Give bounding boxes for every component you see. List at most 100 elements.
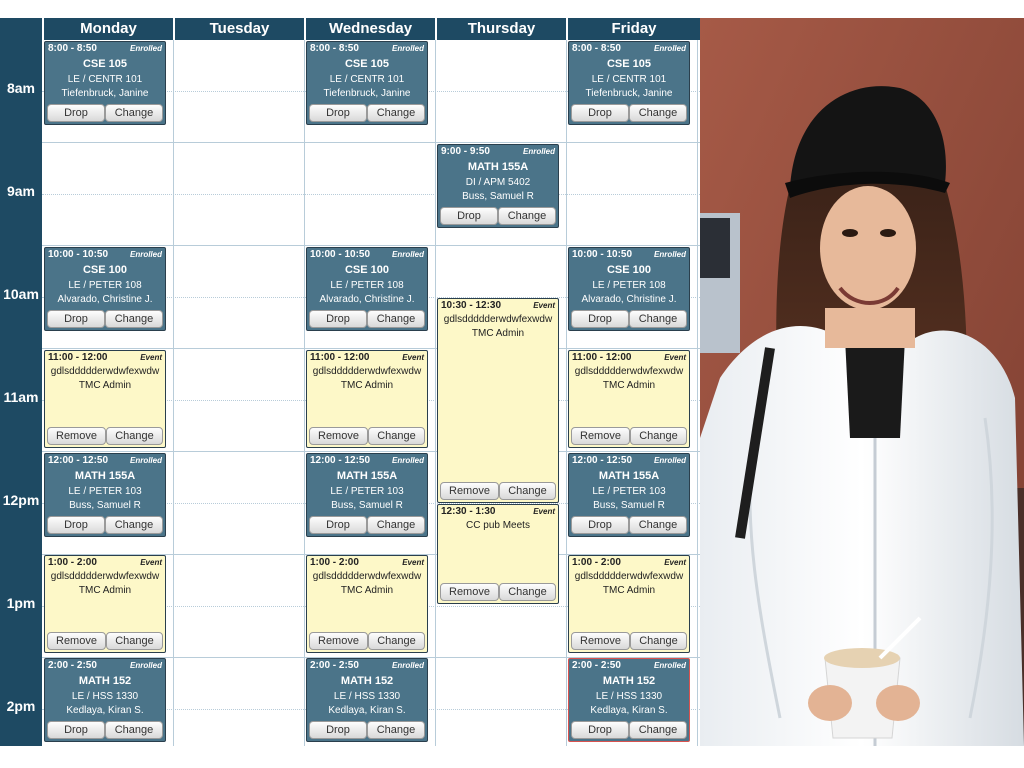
event-time: 1:00 - 2:00 Event xyxy=(569,556,689,570)
change-button[interactable]: Change xyxy=(367,721,425,739)
personal-event-block-thursday-1030[interactable]: 10:30 - 12:30 Event gdlsddddderwdwfexwdw … xyxy=(437,298,559,503)
drop-button[interactable]: Drop xyxy=(571,104,629,122)
event-badge: Event xyxy=(664,353,686,362)
enrolled-badge: Enrolled xyxy=(653,44,686,53)
drop-button[interactable]: Drop xyxy=(309,310,367,328)
course-block-cse105-wednesday[interactable]: 8:00 - 8:50 Enrolled CSE 105 LE / CENTR 1… xyxy=(306,41,428,125)
personal-event-block-friday-0100[interactable]: 1:00 - 2:00 Event gdlsddddderwdwfexwdw TM… xyxy=(568,555,690,653)
day-header-thursday: Thursday xyxy=(435,18,566,40)
course-block-math152-friday[interactable]: 2:00 - 2:50 Enrolled MATH 152 LE / HSS 13… xyxy=(568,658,690,742)
enrolled-badge: Enrolled xyxy=(391,250,424,259)
remove-button[interactable]: Remove xyxy=(571,427,630,445)
change-button[interactable]: Change xyxy=(629,310,687,328)
change-button[interactable]: Change xyxy=(367,310,425,328)
course-block-math155a-wednesday[interactable]: 12:00 - 12:50 Enrolled MATH 155A LE / PET… xyxy=(306,453,428,537)
personal-event-block-wednesday-1100[interactable]: 11:00 - 12:00 Event gdlsddddderwdwfexwdw … xyxy=(306,350,428,448)
event-time-text: 11:00 - 12:00 xyxy=(572,352,632,363)
personal-event-block-friday-1100[interactable]: 11:00 - 12:00 Event gdlsddddderwdwfexwdw … xyxy=(568,350,690,448)
profile-photo xyxy=(700,18,1024,746)
drop-button[interactable]: Drop xyxy=(47,310,105,328)
personal-event-block-monday-1100[interactable]: 11:00 - 12:00 Event gdlsddddderwdwfexwdw … xyxy=(44,350,166,448)
event-organizer: TMC Admin xyxy=(78,585,132,596)
course-instructor: Kedlaya, Kiran S. xyxy=(590,705,668,716)
change-button[interactable]: Change xyxy=(367,516,425,534)
course-instructor: Tiefenbruck, Janine xyxy=(323,88,411,99)
event-time-text: 2:00 - 2:50 xyxy=(310,660,359,671)
change-button[interactable]: Change xyxy=(105,104,163,122)
course-block-cse105-friday[interactable]: 8:00 - 8:50 Enrolled CSE 105 LE / CENTR 1… xyxy=(568,41,690,125)
remove-button[interactable]: Remove xyxy=(571,632,630,650)
time-label-9am: 9am xyxy=(6,183,36,199)
change-button[interactable]: Change xyxy=(105,632,163,650)
change-button[interactable]: Change xyxy=(629,427,687,445)
event-organizer: TMC Admin xyxy=(340,585,394,596)
course-block-math155a-monday[interactable]: 12:00 - 12:50 Enrolled MATH 155A LE / PET… xyxy=(44,453,166,537)
grid-line xyxy=(42,451,700,452)
event-time: 11:00 - 12:00 Event xyxy=(569,351,689,365)
remove-button[interactable]: Remove xyxy=(47,427,106,445)
drop-button[interactable]: Drop xyxy=(440,207,498,225)
drop-button[interactable]: Drop xyxy=(571,516,629,534)
course-block-math155a-friday[interactable]: 12:00 - 12:50 Enrolled MATH 155A LE / PET… xyxy=(568,453,690,537)
course-block-math155a-thursday[interactable]: 9:00 - 9:50 Enrolled MATH 155A DI / APM 5… xyxy=(437,144,559,228)
event-actions: Drop Change xyxy=(440,207,556,225)
drop-button[interactable]: Drop xyxy=(309,721,367,739)
course-block-math152-monday[interactable]: 2:00 - 2:50 Enrolled MATH 152 LE / HSS 13… xyxy=(44,658,166,742)
enrolled-badge: Enrolled xyxy=(129,250,162,259)
remove-button[interactable]: Remove xyxy=(47,632,106,650)
change-button[interactable]: Change xyxy=(105,427,163,445)
change-button[interactable]: Change xyxy=(367,632,425,650)
event-badge: Event xyxy=(140,558,162,567)
drop-button[interactable]: Drop xyxy=(571,310,629,328)
event-organizer: TMC Admin xyxy=(340,380,394,391)
event-organizer: TMC Admin xyxy=(471,328,525,339)
day-header-friday: Friday xyxy=(566,18,700,40)
change-button[interactable]: Change xyxy=(498,482,556,500)
column-divider xyxy=(566,40,567,746)
course-block-cse105-monday[interactable]: 8:00 - 8:50 Enrolled CSE 105 LE / CENTR 1… xyxy=(44,41,166,125)
change-button[interactable]: Change xyxy=(105,516,163,534)
drop-button[interactable]: Drop xyxy=(309,516,367,534)
drop-button[interactable]: Drop xyxy=(47,516,105,534)
personal-event-block-monday-0100[interactable]: 1:00 - 2:00 Event gdlsddddderwdwfexwdw TM… xyxy=(44,555,166,653)
course-section: LE / PETER 108 xyxy=(592,280,666,291)
drop-button[interactable]: Drop xyxy=(47,721,105,739)
change-button[interactable]: Change xyxy=(629,632,687,650)
drop-button[interactable]: Drop xyxy=(309,104,367,122)
personal-event-block-wednesday-0100[interactable]: 1:00 - 2:00 Event gdlsddddderwdwfexwdw TM… xyxy=(306,555,428,653)
course-block-cse100-monday[interactable]: 10:00 - 10:50 Enrolled CSE 100 LE / PETER… xyxy=(44,247,166,331)
drop-button[interactable]: Drop xyxy=(571,721,629,739)
change-button[interactable]: Change xyxy=(105,310,163,328)
change-button[interactable]: Change xyxy=(629,516,687,534)
change-button[interactable]: Change xyxy=(498,583,556,601)
enrolled-badge: Enrolled xyxy=(391,44,424,53)
event-actions: Remove Change xyxy=(571,427,687,445)
personal-event-block-thursday-1230[interactable]: 12:30 - 1:30 Event CC pub Meets Remove Cha… xyxy=(437,504,559,604)
change-button[interactable]: Change xyxy=(105,721,163,739)
course-block-cse100-friday[interactable]: 10:00 - 10:50 Enrolled CSE 100 LE / PETER… xyxy=(568,247,690,331)
weekly-schedule-calendar: Monday Tuesday Wednesday Thursday Friday… xyxy=(0,18,700,746)
course-section: LE / CENTR 101 xyxy=(67,74,143,85)
event-time-text: 12:00 - 12:50 xyxy=(48,455,109,466)
remove-button[interactable]: Remove xyxy=(440,583,499,601)
remove-button[interactable]: Remove xyxy=(440,482,499,500)
drop-button[interactable]: Drop xyxy=(47,104,105,122)
remove-button[interactable]: Remove xyxy=(309,632,368,650)
change-button[interactable]: Change xyxy=(629,104,687,122)
event-badge: Event xyxy=(402,558,424,567)
event-time: 8:00 - 8:50 Enrolled xyxy=(569,42,689,56)
change-button[interactable]: Change xyxy=(367,104,425,122)
course-block-math152-wednesday[interactable]: 2:00 - 2:50 Enrolled MATH 152 LE / HSS 13… xyxy=(306,658,428,742)
remove-button[interactable]: Remove xyxy=(309,427,368,445)
change-button[interactable]: Change xyxy=(367,427,425,445)
time-label-10am: 10am xyxy=(3,286,39,302)
change-button[interactable]: Change xyxy=(498,207,556,225)
event-title: gdlsddddderwdwfexwdw xyxy=(50,366,160,377)
event-time: 9:00 - 9:50 Enrolled xyxy=(438,145,558,159)
event-actions: Remove Change xyxy=(440,583,556,601)
event-title: gdlsddddderwdwfexwdw xyxy=(50,571,160,582)
column-divider xyxy=(173,40,174,746)
course-code: CSE 105 xyxy=(344,58,390,70)
course-block-cse100-wednesday[interactable]: 10:00 - 10:50 Enrolled CSE 100 LE / PETER… xyxy=(306,247,428,331)
change-button[interactable]: Change xyxy=(629,721,687,739)
